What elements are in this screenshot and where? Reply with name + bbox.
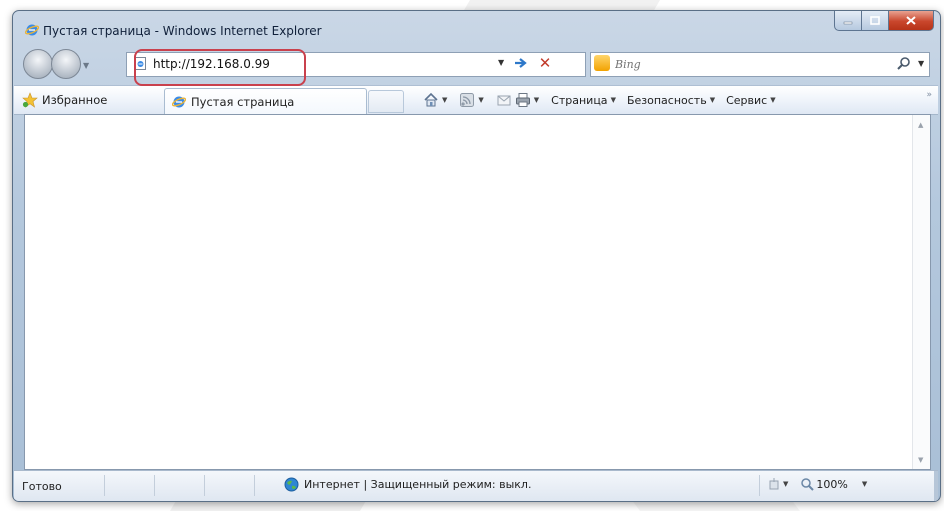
status-divider [104, 475, 105, 496]
home-dropdown-icon[interactable]: ▼ [442, 96, 447, 104]
navigation-bar: ▼ ▼ ✕ ▼ [13, 45, 940, 85]
search-icon[interactable] [896, 56, 912, 72]
search-box: ▼ [590, 52, 930, 77]
favorites-star-icon [22, 92, 38, 108]
tools-menu[interactable]: Сервис [726, 94, 767, 107]
print-dropdown-icon[interactable]: ▼ [534, 96, 539, 104]
status-bar: Готово Интернет | Защищенный режим: выкл… [14, 470, 938, 501]
status-divider [254, 475, 255, 496]
zoom-dropdown-icon[interactable]: ▼ [862, 480, 867, 488]
title-bar: Пустая страница - Windows Internet Explo… [13, 11, 940, 45]
zoom-icon[interactable] [800, 477, 815, 491]
feeds-dropdown-icon[interactable]: ▼ [478, 96, 483, 104]
zone-text: Интернет | Защищенный режим: выкл. [304, 478, 532, 491]
forward-button[interactable] [51, 49, 81, 79]
back-button[interactable] [23, 49, 53, 79]
address-dropdown-icon[interactable]: ▼ [498, 58, 504, 67]
vertical-scrollbar[interactable]: ▲ ▼ [912, 115, 930, 469]
tab-blank-page[interactable]: Пустая страница [164, 88, 367, 114]
stop-icon[interactable]: ✕ [536, 53, 554, 73]
protected-mode-dropdown-icon[interactable]: ▼ [783, 480, 788, 488]
page-menu[interactable]: Страница [551, 94, 607, 107]
favorites-button[interactable]: Избранное [22, 91, 107, 109]
print-icon[interactable] [515, 92, 531, 108]
page-menu-dropdown-icon[interactable]: ▼ [611, 96, 616, 104]
recent-pages-dropdown-icon[interactable]: ▼ [83, 61, 89, 70]
search-input[interactable] [615, 56, 875, 72]
address-input[interactable] [153, 56, 393, 72]
close-icon [906, 16, 916, 25]
security-zone[interactable]: Интернет | Защищенный режим: выкл. [284, 477, 531, 492]
bing-icon[interactable] [594, 55, 610, 71]
ie-page-icon [135, 57, 146, 70]
more-commands-chevron-icon[interactable]: » [926, 90, 932, 100]
caption-buttons [834, 11, 934, 31]
resize-grip[interactable] [934, 471, 938, 501]
go-arrow-icon[interactable] [512, 54, 530, 72]
minimize-icon [843, 21, 853, 24]
command-bar: Избранное Пустая страница ▼ ▼ ▼ Страница… [14, 85, 938, 115]
status-divider [759, 475, 760, 496]
favorites-label: Избранное [42, 93, 108, 107]
minimize-button[interactable] [834, 11, 862, 31]
feeds-icon[interactable] [459, 92, 475, 108]
tab-label: Пустая страница [191, 94, 295, 109]
status-divider [204, 475, 205, 496]
window-title: Пустая страница - Windows Internet Explo… [43, 24, 322, 38]
status-text: Готово [22, 480, 62, 493]
internet-zone-globe-icon [284, 477, 299, 492]
read-mail-icon[interactable] [496, 92, 512, 108]
tools-menu-dropdown-icon[interactable]: ▼ [770, 96, 775, 104]
home-icon[interactable] [423, 92, 439, 108]
close-button[interactable] [889, 11, 934, 31]
zoom-level[interactable]: 100% [816, 478, 847, 491]
safety-menu[interactable]: Безопасность [627, 94, 707, 107]
status-divider [154, 475, 155, 496]
browser-window: Пустая страница - Windows Internet Explo… [12, 10, 941, 502]
scroll-down-arrow-icon[interactable]: ▼ [918, 456, 923, 464]
maximize-button[interactable] [862, 11, 889, 31]
internet-explorer-icon [172, 96, 186, 107]
safety-menu-dropdown-icon[interactable]: ▼ [710, 96, 715, 104]
address-bar: ▼ ✕ [126, 52, 586, 77]
new-tab-button[interactable] [368, 90, 404, 113]
maximize-icon [870, 16, 880, 25]
search-options-dropdown-icon[interactable]: ▼ [918, 59, 924, 68]
status-tools: ▼ 100% ▼ [767, 477, 879, 491]
internet-explorer-icon [25, 24, 39, 36]
scroll-up-arrow-icon[interactable]: ▲ [918, 121, 923, 129]
protected-mode-icon[interactable] [767, 477, 781, 491]
page-content-area[interactable]: ▲ ▼ [24, 114, 931, 470]
toolbar-commands: ▼ ▼ ▼ Страница ▼ Безопасность ▼ Сервис ▼ [423, 90, 787, 110]
